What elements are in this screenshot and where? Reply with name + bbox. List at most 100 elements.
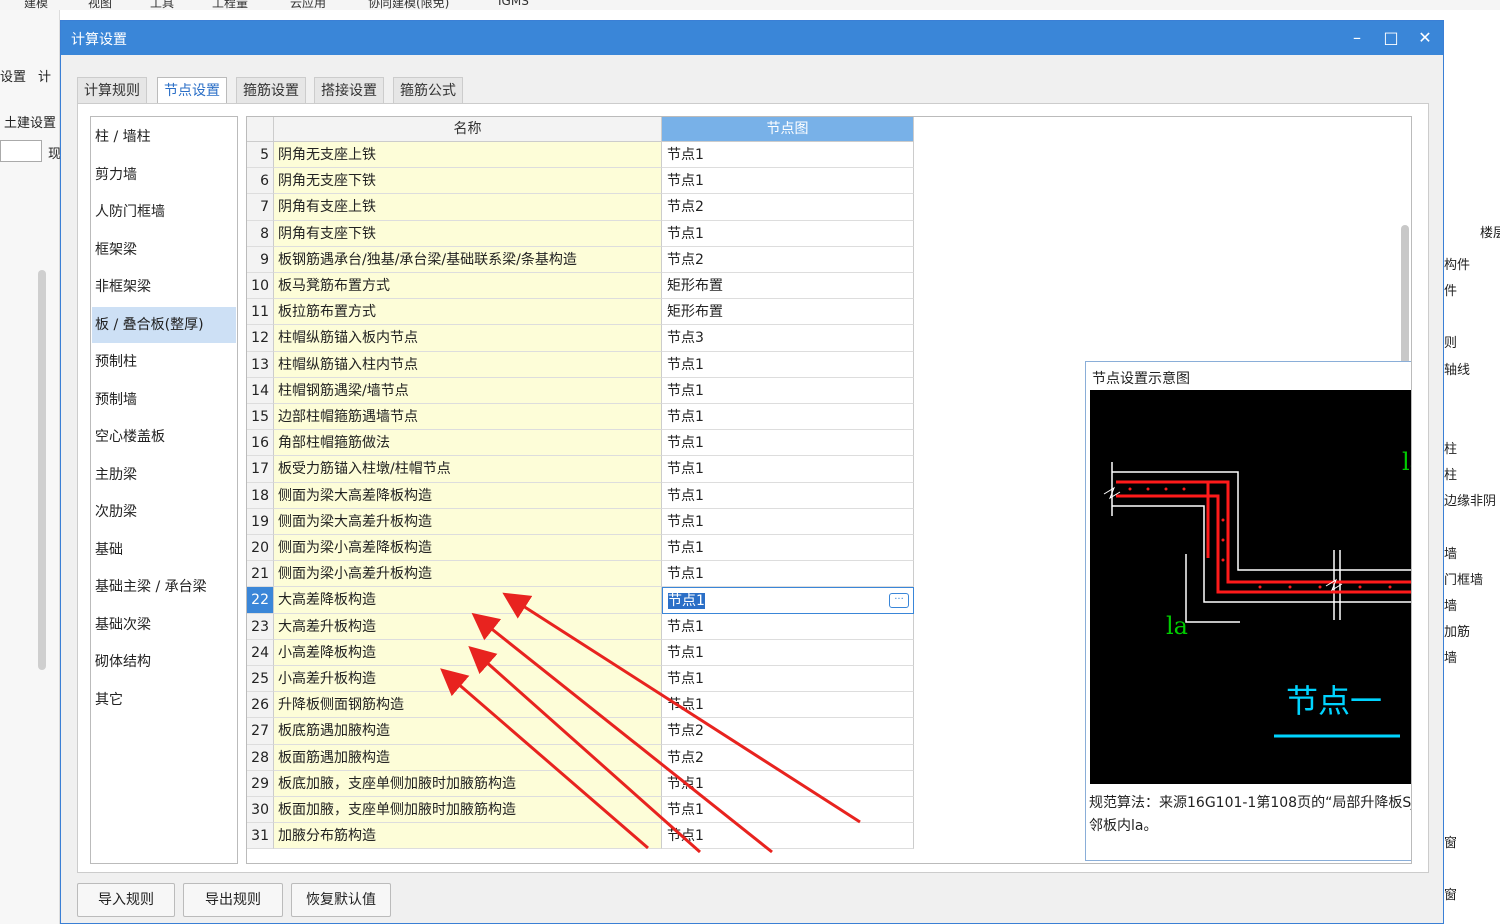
nav-item[interactable]: 非框架梁 — [92, 269, 236, 305]
node-value-cell[interactable]: 节点2 — [662, 246, 914, 273]
table-row[interactable]: 31 加腋分布筋构造 节点1 — [247, 823, 914, 850]
table-row[interactable]: 5 阴角无支座上铁 节点1 — [247, 142, 914, 169]
row-number[interactable]: 6 — [247, 168, 274, 195]
row-number[interactable]: 31 — [247, 823, 274, 850]
node-value-cell[interactable]: 节点1 — [662, 377, 914, 404]
table-row[interactable]: 20 侧面为梁小高差降板构造 节点1 — [247, 535, 914, 562]
node-value-cell[interactable]: 节点1 — [662, 797, 914, 824]
node-value-cell[interactable]: 节点1 — [662, 561, 914, 588]
table-row[interactable]: 10 板马凳筋布置方式 矩形布置 — [247, 273, 914, 300]
menu-item[interactable]: 视图 — [88, 0, 112, 10]
export-rules-button[interactable]: 导出规则 — [183, 883, 283, 917]
row-number[interactable]: 16 — [247, 430, 274, 457]
node-value-cell[interactable]: 节点1 — [662, 692, 914, 719]
row-number[interactable]: 9 — [247, 246, 274, 273]
node-value-cell[interactable]: 节点3 — [662, 325, 914, 352]
node-column-header[interactable]: 节点图 — [662, 117, 914, 142]
table-row[interactable]: 21 侧面为梁小高差升板构造 节点1 — [247, 561, 914, 588]
nav-item[interactable]: 预制柱 — [92, 344, 236, 380]
bg-dropdown[interactable] — [0, 140, 42, 162]
table-row[interactable]: 24 小高差降板构造 节点1 — [247, 639, 914, 666]
node-value-cell[interactable]: 节点1 — [662, 430, 914, 457]
tab-stirrup-formula[interactable]: 箍筋公式 — [393, 77, 463, 103]
close-icon[interactable]: ✕ — [1413, 27, 1437, 49]
table-row[interactable]: 23 大高差升板构造 节点1 — [247, 613, 914, 640]
node-value-cell[interactable]: 节点1 — [662, 613, 914, 640]
table-row[interactable]: 22 大高差降板构造 节点1 ··· — [247, 587, 914, 614]
table-row[interactable]: 12 柱帽纵筋锚入板内节点 节点3 — [247, 325, 914, 352]
nav-item[interactable]: 框架梁 — [92, 232, 236, 268]
node-value-cell[interactable]: 矩形布置 — [662, 273, 914, 300]
node-value-cell[interactable]: 节点1 ··· — [662, 587, 914, 614]
row-number[interactable]: 10 — [247, 273, 274, 300]
table-scrollbar[interactable] — [1401, 225, 1409, 365]
row-number[interactable]: 12 — [247, 325, 274, 352]
menu-item[interactable]: IGMS — [498, 0, 529, 8]
tab-calc-rules[interactable]: 计算规则 — [77, 77, 147, 103]
maximize-icon[interactable]: □ — [1379, 27, 1403, 49]
row-number[interactable]: 30 — [247, 797, 274, 824]
table-row[interactable]: 7 阴角有支座上铁 节点2 — [247, 194, 914, 221]
nav-item[interactable]: 主肋梁 — [92, 457, 236, 493]
node-value-cell[interactable]: 节点1 — [662, 666, 914, 693]
table-row[interactable]: 13 柱帽纵筋锚入柱内节点 节点1 — [247, 351, 914, 378]
node-value-cell[interactable]: 节点1 — [662, 168, 914, 195]
nav-item[interactable]: 柱 / 墙柱 — [92, 119, 236, 155]
menu-item[interactable]: 协同建模(限免) — [368, 0, 449, 10]
row-number[interactable]: 28 — [247, 744, 274, 771]
nav-item[interactable]: 基础次梁 — [92, 607, 236, 643]
menu-item[interactable]: 工程量 — [212, 0, 248, 10]
menu-item[interactable]: 建模 — [24, 0, 48, 10]
node-value-cell[interactable]: 节点1 — [662, 351, 914, 378]
nav-item[interactable]: 砌体结构 — [92, 644, 236, 680]
table-row[interactable]: 19 侧面为梁大高差升板构造 节点1 — [247, 508, 914, 535]
restore-defaults-button[interactable]: 恢复默认值 — [291, 883, 391, 917]
node-value-cell[interactable]: 节点1 — [662, 535, 914, 562]
table-row[interactable]: 9 板钢筋遇承台/独基/承台梁/基础联系梁/条基构造 节点2 — [247, 246, 914, 273]
node-value-cell[interactable]: 节点1 — [662, 404, 914, 431]
node-value-cell[interactable]: 节点1 — [662, 770, 914, 797]
nav-item[interactable]: 板 / 叠合板(整厚) — [92, 306, 236, 343]
row-number[interactable]: 27 — [247, 718, 274, 745]
row-number[interactable]: 7 — [247, 194, 274, 221]
row-number[interactable]: 11 — [247, 299, 274, 326]
node-value-cell[interactable]: 节点1 — [662, 220, 914, 247]
tab-stirrup-settings[interactable]: 箍筋设置 — [236, 77, 306, 103]
row-number[interactable]: 5 — [247, 142, 274, 169]
table-row[interactable]: 30 板面加腋，支座单侧加腋时加腋筋构造 节点1 — [247, 797, 914, 824]
node-value-cell[interactable]: 矩形布置 — [662, 299, 914, 326]
tab-lap-settings[interactable]: 搭接设置 — [314, 77, 384, 103]
row-number[interactable]: 21 — [247, 561, 274, 588]
nav-item[interactable]: 次肋梁 — [92, 494, 236, 530]
table-row[interactable]: 18 侧面为梁大高差降板构造 节点1 — [247, 482, 914, 509]
table-row[interactable]: 11 板拉筋布置方式 矩形布置 — [247, 299, 914, 326]
row-number[interactable]: 24 — [247, 639, 274, 666]
node-value-cell[interactable]: 节点1 — [662, 456, 914, 483]
minimize-icon[interactable]: – — [1345, 27, 1369, 49]
row-number[interactable]: 15 — [247, 404, 274, 431]
name-column-header[interactable]: 名称 — [274, 117, 662, 142]
menu-item[interactable]: 工具 — [150, 0, 174, 10]
table-row[interactable]: 17 板受力筋锚入柱墩/柱帽节点 节点1 — [247, 456, 914, 483]
row-number[interactable]: 19 — [247, 508, 274, 535]
node-value-cell[interactable]: 节点2 — [662, 718, 914, 745]
table-row[interactable]: 29 板底加腋，支座单侧加腋时加腋筋构造 节点1 — [247, 770, 914, 797]
dialog-titlebar[interactable]: 计算设置 – □ ✕ — [61, 21, 1443, 55]
row-number[interactable]: 17 — [247, 456, 274, 483]
bg-scrollbar[interactable] — [38, 270, 46, 670]
nav-item[interactable]: 基础主梁 / 承台梁 — [92, 569, 236, 605]
node-value-cell[interactable]: 节点1 — [662, 482, 914, 509]
node-value-cell[interactable]: 节点1 — [662, 508, 914, 535]
table-row[interactable]: 26 升降板侧面钢筋构造 节点1 — [247, 692, 914, 719]
node-value-cell[interactable]: 节点1 — [662, 823, 914, 850]
row-number[interactable]: 29 — [247, 770, 274, 797]
table-row[interactable]: 8 阴角有支座下铁 节点1 — [247, 220, 914, 247]
row-number[interactable]: 20 — [247, 535, 274, 562]
table-row[interactable]: 27 板底筋遇加腋构造 节点2 — [247, 718, 914, 745]
import-rules-button[interactable]: 导入规则 — [77, 883, 175, 917]
nav-item[interactable]: 人防门框墙 — [92, 194, 236, 230]
node-value-cell[interactable]: 节点1 — [662, 142, 914, 169]
ellipsis-button[interactable]: ··· — [889, 593, 909, 609]
node-value-cell[interactable]: 节点1 — [662, 639, 914, 666]
nav-item[interactable]: 空心楼盖板 — [92, 419, 236, 455]
